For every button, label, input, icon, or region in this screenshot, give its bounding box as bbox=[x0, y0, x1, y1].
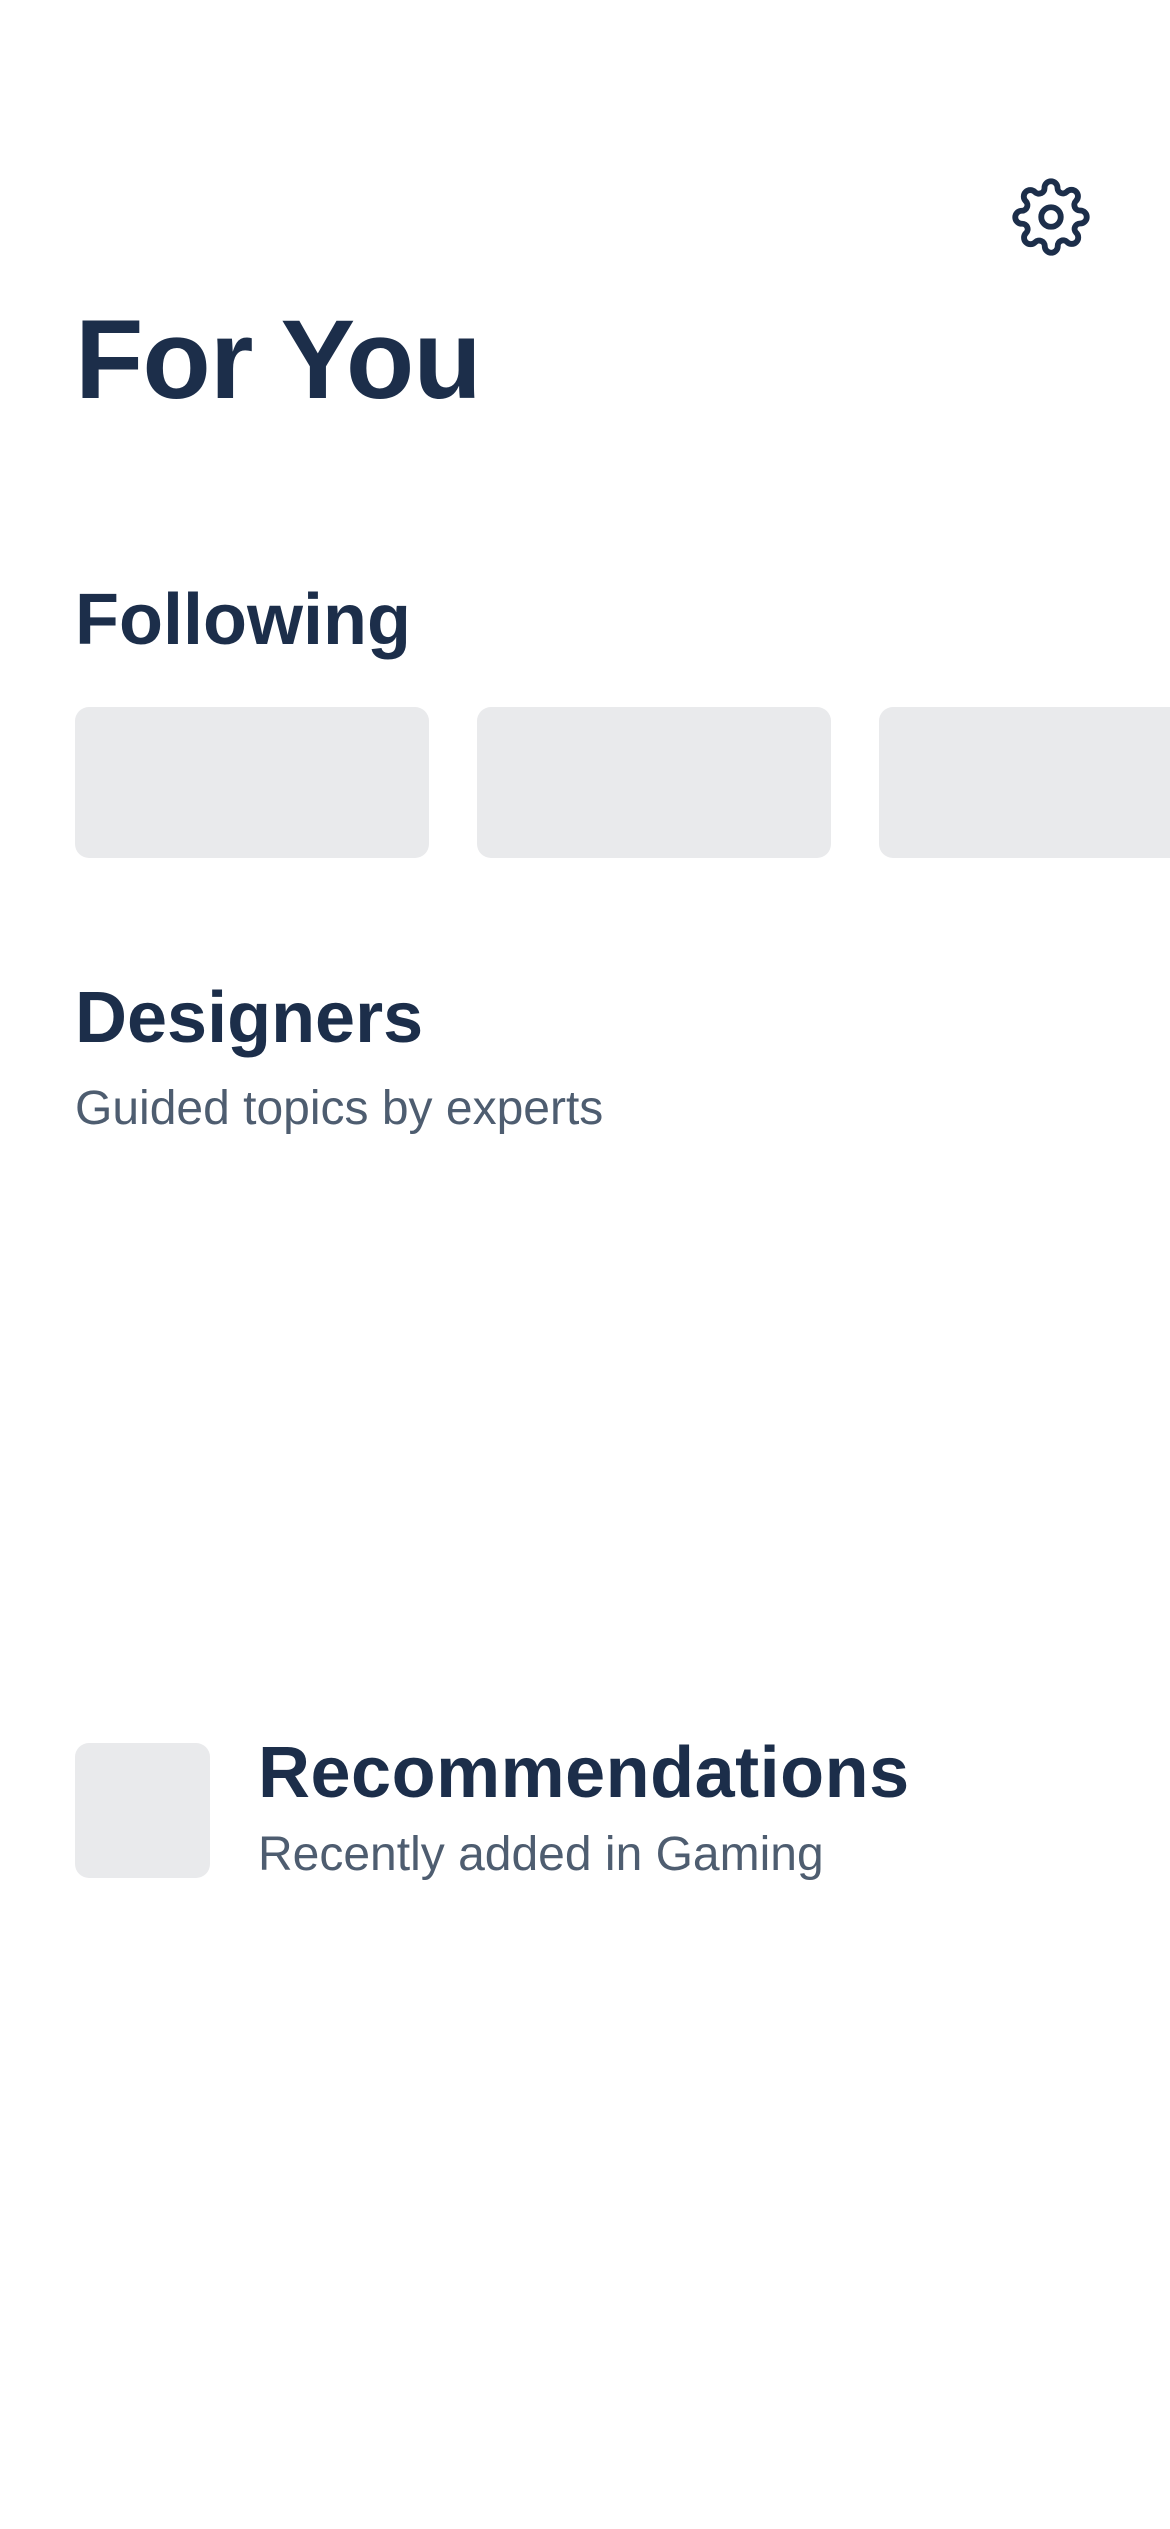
following-carousel[interactable] bbox=[75, 707, 1170, 858]
recommendations-section-title: Recommendations bbox=[258, 1733, 910, 1813]
following-card[interactable] bbox=[879, 707, 1170, 858]
page-title: For You bbox=[75, 297, 482, 422]
designers-section-subtitle: Guided topics by experts bbox=[75, 1082, 604, 1135]
designers-section-title: Designers bbox=[75, 978, 424, 1058]
recommendations-thumbnail bbox=[75, 1743, 210, 1878]
following-section-title: Following bbox=[75, 580, 411, 660]
gear-icon bbox=[1012, 178, 1090, 256]
settings-button[interactable] bbox=[1012, 178, 1090, 256]
following-card[interactable] bbox=[75, 707, 429, 858]
following-card[interactable] bbox=[477, 707, 831, 858]
recommendations-section-subtitle: Recently added in Gaming bbox=[258, 1828, 824, 1881]
